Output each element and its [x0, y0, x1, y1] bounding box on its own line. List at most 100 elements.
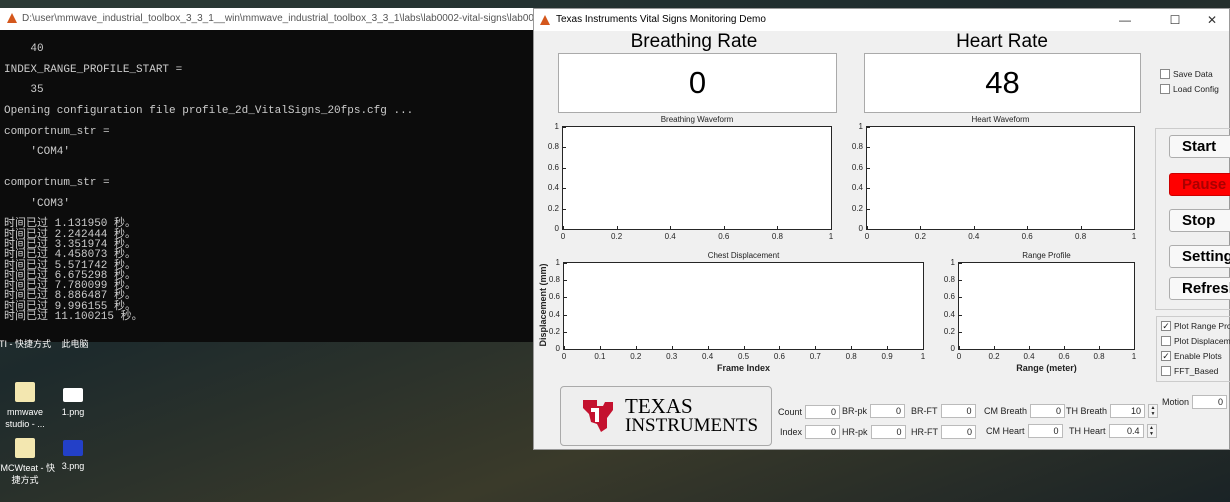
logo-text-texas: TEXAS — [625, 394, 693, 418]
x-tick-mark — [831, 226, 832, 229]
x-tick-label: 0.1 — [594, 352, 606, 361]
checkbox-box[interactable] — [1161, 336, 1171, 346]
x-tick-mark — [1099, 346, 1100, 349]
br-pk-input[interactable]: 0 — [870, 404, 906, 418]
checkbox-box[interactable] — [1160, 84, 1170, 94]
field-label: TH Heart — [1069, 426, 1106, 436]
th-heart-input[interactable]: 0.4 — [1108, 424, 1144, 438]
y-tick-mark — [959, 263, 962, 264]
x-tick-mark — [1134, 346, 1135, 349]
breathing-rate-value: 0 — [558, 53, 837, 113]
x-tick-mark — [723, 226, 725, 229]
x-tick-label: 0.8 — [771, 232, 783, 241]
heart-rate-value: 48 — [864, 53, 1141, 113]
x-tick-mark — [599, 346, 601, 349]
breathing-axes[interactable]: 0 0.2 0.4 0.6 0.8 1 0 0.2 0.4 0.6 0.8 1 — [548, 122, 833, 241]
y-tick-label: 1 — [554, 122, 559, 131]
br-ft-input[interactable]: 0 — [940, 404, 976, 418]
checkbox-label: Save Data — [1173, 69, 1213, 79]
chest-axes[interactable]: 0 0.1 0.2 0.3 0.4 0.5 0.6 0.7 0.8 0.9 1 0 0.2 0.4 0.6 0… — [549, 258, 925, 361]
x-tick-mark — [1029, 346, 1030, 349]
gui-title-bar[interactable]: Texas Instruments Vital Signs Monitoring… — [534, 9, 1229, 31]
y-tick-label: 0.6 — [851, 162, 863, 172]
matlab-icon — [7, 13, 17, 23]
index-input[interactable]: 0 — [805, 425, 841, 439]
checkbox-box[interactable]: ✓ — [1161, 351, 1171, 361]
save-data-checkbox[interactable]: Save Data — [1160, 69, 1213, 79]
option-checkbox[interactable]: ✓ Enable Plots — [1161, 351, 1222, 361]
pause-button[interactable]: Pause — [1169, 173, 1230, 196]
option-checkbox[interactable]: Plot Displacement — [1161, 336, 1230, 346]
load-config-checkbox[interactable]: Load Config — [1160, 84, 1219, 94]
x-tick-mark — [887, 346, 889, 349]
y-tick-mark — [564, 331, 567, 333]
range-plot-title: Range Profile — [1022, 251, 1071, 260]
spinner-arrows-icon[interactable]: ▲ ▼ — [1148, 404, 1159, 418]
checkbox-label: Load Config — [1173, 84, 1219, 94]
matlab-console-window[interactable]: D:\user\mmwave_industrial_toolbox_3_3_1_… — [0, 8, 536, 342]
desktop-icon-1png[interactable]: 1.png — [42, 388, 104, 418]
cm-breath-input[interactable]: 0 — [1030, 404, 1066, 418]
motion-input[interactable]: 0 — [1192, 395, 1228, 409]
settings-button[interactable]: Settings — [1169, 245, 1230, 268]
field-label: Index — [780, 427, 803, 437]
maximize-button[interactable]: ☐ — [1159, 9, 1191, 31]
hr-pk-input[interactable]: 0 — [870, 425, 906, 439]
stop-button[interactable]: Stop — [1169, 209, 1230, 232]
field-label: HR-pk — [842, 427, 868, 437]
refresh-button[interactable]: Refresh — [1169, 277, 1230, 300]
x-tick-mark — [1027, 226, 1029, 229]
y-tick-label: 0.2 — [547, 203, 559, 213]
spinner-arrows-icon[interactable]: ▲ ▼ — [1146, 424, 1157, 438]
x-tick-label: 0.4 — [968, 232, 980, 241]
desktop-icon-this-pc[interactable]: 此电脑 — [44, 338, 106, 350]
option-checkbox[interactable]: FFT_Based — [1161, 366, 1218, 376]
field-label: HR-FT — [911, 427, 938, 437]
console-line: comportnum_str = — [4, 177, 110, 190]
chest-plot-title: Chest Displacement — [707, 251, 780, 260]
breathing-rate-label: Breathing Rate — [630, 31, 758, 52]
shortcut-icon — [15, 382, 35, 402]
count-input[interactable]: 0 — [805, 405, 841, 419]
y-tick-label: 0.2 — [943, 326, 955, 336]
minimize-button[interactable]: — — [1109, 9, 1141, 31]
th-breath-input[interactable]: 10 — [1110, 404, 1146, 418]
x-tick-mark — [707, 346, 709, 349]
y-tick-mark — [867, 167, 870, 169]
field-label: BR-FT — [911, 406, 938, 416]
x-tick-label: 0.2 — [611, 232, 623, 241]
x-tick-mark — [1134, 226, 1135, 229]
cm-heart-input[interactable]: 0 — [1027, 424, 1063, 438]
console-title: D:\user\mmwave_industrial_toolbox_3_3_1_… — [22, 13, 536, 24]
y-tick-mark — [959, 280, 962, 282]
y-tick-mark — [867, 208, 870, 210]
desktop-icon-3png[interactable]: 3.png — [42, 440, 104, 472]
image-icon — [63, 388, 83, 402]
console-title-bar[interactable]: D:\user\mmwave_industrial_toolbox_3_3_1_… — [0, 8, 536, 30]
heart-rate-label: Heart Rate — [956, 31, 1048, 52]
x-tick-label: 1 — [1131, 352, 1137, 361]
y-tick-mark — [563, 208, 566, 210]
field-label: BR-pk — [842, 406, 868, 416]
br-ft-field: BR-FT 0 — [911, 404, 976, 418]
heart-axes[interactable]: 0 0.2 0.4 0.6 0.8 1 0 0.2 0.4 0.6 0.8 1 — [852, 122, 1136, 241]
x-tick-label: 0.2 — [914, 232, 926, 241]
hr-ft-input[interactable]: 0 — [941, 425, 976, 439]
checkbox-label: Enable Plots — [1174, 351, 1222, 361]
x-tick-label: 1 — [1131, 232, 1137, 241]
checkbox-box[interactable] — [1160, 69, 1170, 79]
y-tick-label: 0.4 — [943, 309, 955, 319]
y-tick-label: 0 — [554, 224, 559, 233]
checkbox-box[interactable] — [1161, 366, 1171, 376]
x-tick-label: 0.8 — [1093, 352, 1105, 361]
chest-x-axis-label: Frame Index — [716, 363, 771, 373]
count-field: Count 0 — [778, 405, 841, 419]
checkbox-box[interactable]: ✓ — [1161, 321, 1171, 331]
start-button[interactable]: Start — [1169, 135, 1230, 158]
hr-ft-field: HR-FT 0 — [911, 425, 976, 439]
logo-text-instruments: INSTRUMENTS — [625, 415, 759, 436]
range-axes[interactable]: 0 0.2 0.4 0.6 0.8 1 0 0.2 0.4 0.6 0.8 1 — [944, 258, 1136, 361]
option-checkbox[interactable]: ✓Plot Range Profile — [1161, 321, 1230, 331]
y-tick-mark — [563, 147, 566, 149]
close-button[interactable]: ✕ — [1196, 9, 1228, 31]
